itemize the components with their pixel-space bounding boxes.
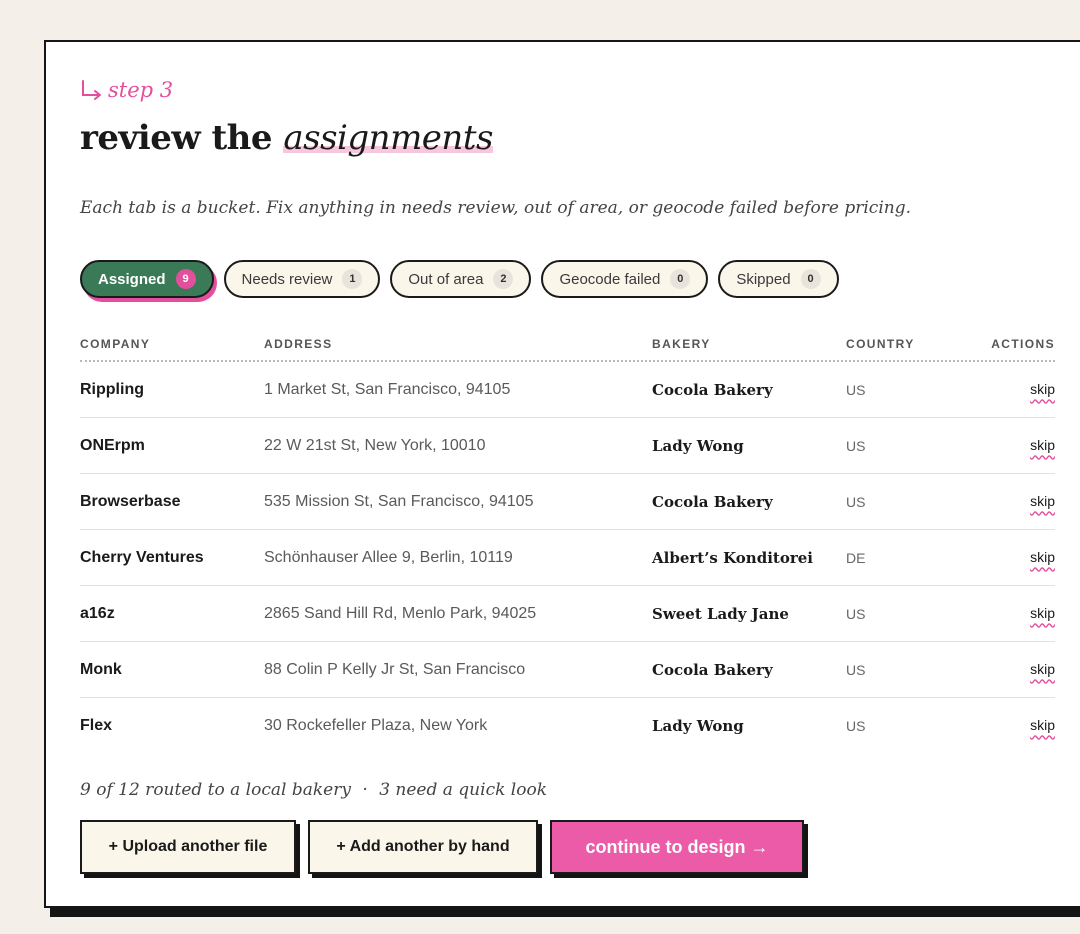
tab-out-of-area[interactable]: Out of area 2 <box>390 260 532 298</box>
bakery-cell: Cocola Bakery <box>652 380 773 399</box>
table-row: Flex 30 Rockefeller Plaza, New York Lady… <box>80 698 1055 753</box>
column-header-actions: ACTIONS <box>991 337 1055 351</box>
table-header: COMPANY ADDRESS BAKERY COUNTRY ACTIONS <box>80 328 1055 362</box>
company-cell: a16z <box>80 604 115 622</box>
count-badge: 0 <box>800 269 821 289</box>
actions-cell: skip <box>966 437 1055 455</box>
title-main: review the <box>80 118 273 158</box>
address-cell: 1 Market St, San Francisco, 94105 <box>264 380 511 398</box>
table-row: Cherry Ventures Schönhauser Allee 9, Ber… <box>80 530 1055 586</box>
company-cell: Monk <box>80 660 122 678</box>
assignments-table: COMPANY ADDRESS BAKERY COUNTRY ACTIONS R… <box>80 328 1055 753</box>
add-by-hand-button[interactable]: + Add another by hand <box>308 820 538 874</box>
tab-geocode-failed[interactable]: Geocode failed 0 <box>541 260 709 298</box>
skip-link[interactable]: skip <box>1030 493 1055 509</box>
skip-link[interactable]: skip <box>1030 661 1055 677</box>
step-text: step 3 <box>108 78 174 102</box>
address-cell: 30 Rockefeller Plaza, New York <box>264 716 488 734</box>
address-cell: 2865 Sand Hill Rd, Menlo Park, 94025 <box>264 604 537 622</box>
upload-file-button[interactable]: + Upload another file <box>80 820 296 874</box>
company-cell: Cherry Ventures <box>80 548 204 566</box>
skip-link[interactable]: skip <box>1030 605 1055 621</box>
routing-summary: 9 of 12 routed to a local bakery · 3 nee… <box>80 780 547 800</box>
tab-label: Geocode failed <box>559 270 661 288</box>
count-badge: 0 <box>670 269 691 289</box>
table-row: Browserbase 535 Mission St, San Francisc… <box>80 474 1055 530</box>
bucket-tabs: Assigned 9 Needs review 1 Out of area 2 … <box>80 260 839 298</box>
country-cell: US <box>846 437 866 454</box>
address-cell: Schönhauser Allee 9, Berlin, 10119 <box>264 548 513 566</box>
review-count-text: 3 need a quick look <box>379 780 548 800</box>
tab-label: Skipped <box>736 270 791 288</box>
column-header-company: COMPANY <box>80 337 151 351</box>
company-cell: ONErpm <box>80 436 145 454</box>
tab-needs-review[interactable]: Needs review 1 <box>223 260 381 298</box>
column-header-country: COUNTRY <box>846 337 915 351</box>
table-row: ONErpm 22 W 21st St, New York, 10010 Lad… <box>80 418 1055 474</box>
tab-assigned[interactable]: Assigned 9 <box>80 260 214 298</box>
actions-cell: skip <box>966 605 1055 623</box>
country-cell: US <box>846 661 866 678</box>
table-row: Rippling 1 Market St, San Francisco, 941… <box>80 362 1055 418</box>
step-label: step 3 <box>80 78 173 102</box>
column-header-address: ADDRESS <box>264 337 333 351</box>
count-badge: 1 <box>342 269 363 289</box>
routed-count-text: 9 of 12 routed to a local bakery <box>80 780 351 800</box>
bakery-cell: Albert’s Konditorei <box>652 548 813 567</box>
country-cell: DE <box>846 549 866 566</box>
actions-cell: skip <box>966 661 1055 679</box>
actions-cell: skip <box>966 493 1055 511</box>
continue-to-design-button[interactable]: continue to design → <box>550 820 804 874</box>
skip-link[interactable]: skip <box>1030 549 1055 565</box>
actions-cell: skip <box>966 381 1055 399</box>
count-badge: 9 <box>175 269 196 289</box>
table-row: Monk 88 Colin P Kelly Jr St, San Francis… <box>80 642 1055 698</box>
page-subtitle: Each tab is a bucket. Fix anything in ne… <box>80 198 911 218</box>
country-cell: US <box>846 381 866 398</box>
tab-label: Assigned <box>98 270 166 288</box>
tab-label: Needs review <box>241 270 333 288</box>
page-title: review the assignments <box>80 118 493 158</box>
company-cell: Rippling <box>80 380 144 398</box>
address-cell: 535 Mission St, San Francisco, 94105 <box>264 492 534 510</box>
country-cell: US <box>846 717 866 734</box>
skip-link[interactable]: skip <box>1030 381 1055 397</box>
tab-skipped[interactable]: Skipped 0 <box>718 260 839 298</box>
arrow-down-right-icon <box>80 79 104 101</box>
company-cell: Flex <box>80 716 113 734</box>
summary-separator: · <box>362 780 368 800</box>
tab-label: Out of area <box>408 270 484 288</box>
country-cell: US <box>846 493 866 510</box>
action-buttons: + Upload another file + Add another by h… <box>80 820 804 874</box>
count-badge: 2 <box>493 269 514 289</box>
address-cell: 88 Colin P Kelly Jr St, San Francisco <box>264 660 526 678</box>
skip-link[interactable]: skip <box>1030 717 1055 733</box>
bakery-cell: Cocola Bakery <box>652 492 773 511</box>
table-row: a16z 2865 Sand Hill Rd, Menlo Park, 9402… <box>80 586 1055 642</box>
column-header-bakery: BAKERY <box>652 337 711 351</box>
country-cell: US <box>846 605 866 622</box>
bakery-cell: Cocola Bakery <box>652 660 773 679</box>
company-cell: Browserbase <box>80 492 181 510</box>
title-emphasis: assignments <box>283 118 493 158</box>
actions-cell: skip <box>966 549 1055 567</box>
bakery-cell: Sweet Lady Jane <box>652 604 789 623</box>
skip-link[interactable]: skip <box>1030 437 1055 453</box>
bakery-cell: Lady Wong <box>652 716 744 735</box>
address-cell: 22 W 21st St, New York, 10010 <box>264 436 486 454</box>
actions-cell: skip <box>966 717 1055 735</box>
bakery-cell: Lady Wong <box>652 436 744 455</box>
review-card: step 3 review the assignments Each tab i… <box>44 40 1080 908</box>
